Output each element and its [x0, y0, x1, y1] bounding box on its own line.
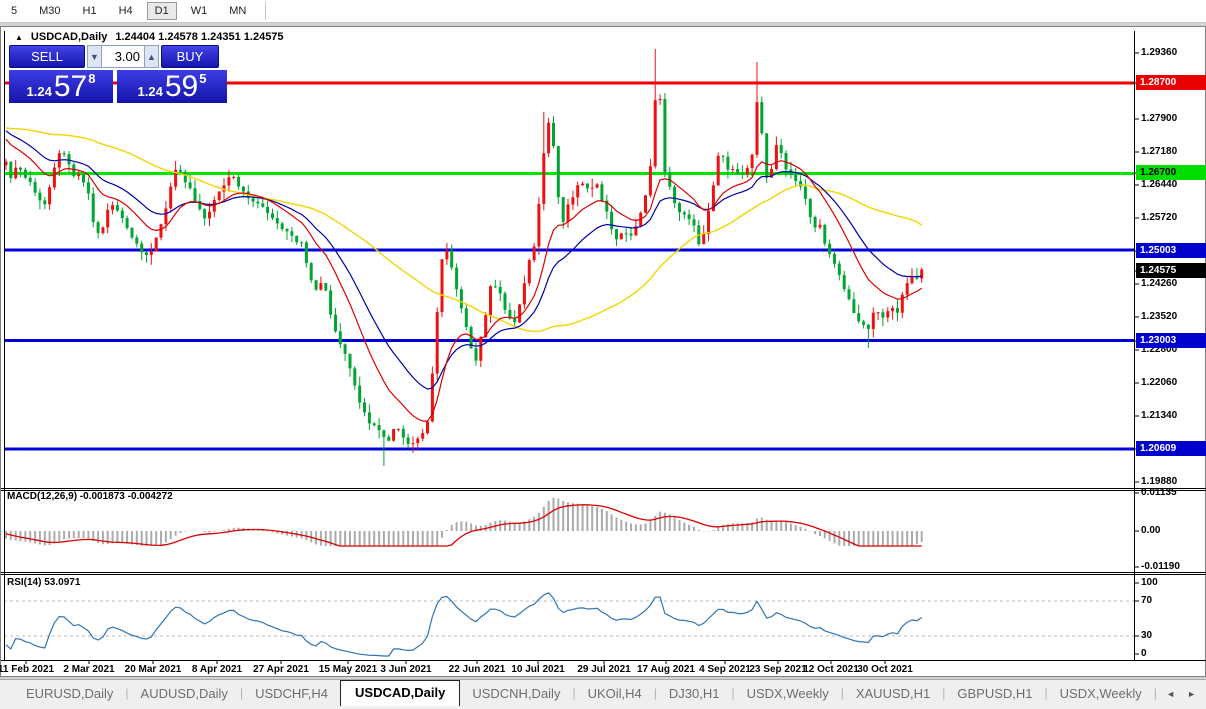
collapse-icon[interactable]: ▲	[15, 33, 23, 42]
timeframe-button-5[interactable]: 5	[3, 2, 25, 20]
date-tick-label: 29 Jul 2021	[577, 664, 630, 675]
date-tick-label: 3 Jun 2021	[380, 664, 431, 675]
timeframe-button-mn[interactable]: MN	[221, 2, 254, 20]
chart-tab-gbpusd-9[interactable]: GBPUSD,H1	[945, 682, 1044, 706]
tab-separator: |	[1154, 686, 1157, 706]
buy-price-big-digits: 59	[165, 72, 198, 102]
chart-plot-area[interactable]	[1, 27, 1206, 678]
macd-label: MACD(12,26,9) -0.001873 -0.004272	[7, 491, 173, 502]
chart-tab-usdx-7[interactable]: USDX,Weekly	[735, 682, 841, 706]
sell-price-big-digits: 57	[54, 72, 87, 102]
rsi-tick-label: 70	[1141, 594, 1152, 608]
chart-tab-usdx-10[interactable]: USDX,Weekly	[1048, 682, 1154, 706]
price-tick-label: 1.26440	[1141, 178, 1177, 192]
timeframe-button-h4[interactable]: H4	[111, 2, 141, 20]
date-tick-label: 10 Jul 2021	[511, 664, 564, 675]
rsi-tick-label: 30	[1141, 629, 1152, 643]
price-level-badge: 1.26700	[1136, 165, 1206, 180]
tabs-scroll-right-icon[interactable]: ►	[1187, 689, 1196, 699]
chart-title: ▲ USDCAD,Daily 1.24404 1.24578 1.24351 1…	[15, 31, 284, 43]
date-tick-label: 8 Apr 2021	[192, 664, 242, 675]
chart-tab-usdcnh-4[interactable]: USDCNH,Daily	[460, 682, 572, 706]
date-tick-label: 30 Oct 2021	[857, 664, 913, 675]
price-level-badge: 1.24575	[1136, 263, 1206, 278]
date-tick-label: 17 Aug 2021	[637, 664, 695, 675]
chart-window: ▲ USDCAD,Daily 1.24404 1.24578 1.24351 1…	[0, 26, 1206, 677]
timeframe-button-h1[interactable]: H1	[75, 2, 105, 20]
macd-tick-label: 0.01135	[1141, 486, 1177, 500]
macd-tick-label: -0.01190	[1141, 560, 1180, 574]
date-tick-label: 4 Sep 2021	[699, 664, 751, 675]
timeframe-button-d1[interactable]: D1	[147, 2, 177, 20]
price-tick-label: 1.25720	[1141, 211, 1177, 225]
chart-tab-eurusd-0[interactable]: EURUSD,Daily	[14, 682, 125, 706]
chart-tab-ukoil-5[interactable]: UKOil,H4	[576, 682, 654, 706]
sell-price-pipette: 8	[88, 71, 95, 86]
chart-tab-dj30-6[interactable]: DJ30,H1	[657, 682, 732, 706]
mt4-app: 5 M30 H1 H4 D1 W1 MN ▲ USDCAD,Daily 1.24404 1.…	[0, 0, 1206, 709]
timeframe-toolbar: 5 M30 H1 H4 D1 W1 MN	[0, 0, 1206, 23]
date-tick-label: 15 May 2021	[319, 664, 377, 675]
price-tick-label: 1.27180	[1141, 145, 1177, 159]
volume-increase-button[interactable]: ▲	[144, 45, 159, 68]
macd-indicator	[6, 498, 922, 546]
horizontal-level-lines	[4, 83, 1134, 449]
price-tick-label: 1.22060	[1141, 376, 1177, 390]
buy-price-prefix: 1.24	[138, 84, 163, 99]
price-level-badge: 1.23003	[1136, 333, 1206, 348]
macd-tick-label: 0.00	[1141, 524, 1160, 538]
chart-tab-usdcad-3[interactable]: USDCAD,Daily	[340, 680, 460, 706]
rsi-indicator	[4, 593, 1134, 656]
timeframe-button-w1[interactable]: W1	[183, 2, 216, 20]
chart-tab-bar: EURUSD,Daily|AUDUSD,Daily|USDCHF,H4USDCA…	[0, 679, 1206, 706]
price-tick-label: 1.24260	[1141, 277, 1177, 291]
moving-averages	[6, 128, 922, 421]
tabs-scroll-left-icon[interactable]: ◄	[1166, 689, 1175, 699]
price-level-badge: 1.20609	[1136, 441, 1206, 456]
price-level-badge: 1.28700	[1136, 75, 1206, 90]
sell-button[interactable]: SELL	[9, 45, 85, 68]
price-tick-label: 1.21340	[1141, 409, 1177, 423]
sell-price-display[interactable]: 1.24 57 8	[9, 70, 113, 103]
panel-frame	[1, 31, 1206, 661]
chart-symbol-label: USDCAD,Daily	[31, 31, 107, 43]
price-level-badge: 1.25003	[1136, 243, 1206, 258]
sell-price-prefix: 1.24	[27, 84, 52, 99]
date-tick-label: 27 Apr 2021	[253, 664, 309, 675]
price-tick-label: 1.29360	[1141, 46, 1177, 60]
chart-tab-audusd-1[interactable]: AUDUSD,Daily	[129, 682, 240, 706]
price-tick-label: 1.27900	[1141, 112, 1177, 126]
toolbar-separator	[265, 2, 266, 20]
volume-decrease-button[interactable]: ▼	[87, 45, 102, 68]
rsi-label: RSI(14) 53.0971	[7, 577, 80, 588]
date-tick-label: 23 Sep 2021	[749, 664, 806, 675]
buy-price-pipette: 5	[199, 71, 206, 86]
buy-button[interactable]: BUY	[161, 45, 219, 68]
rsi-tick-label: 0	[1141, 647, 1147, 661]
date-tick-label: 20 Mar 2021	[125, 664, 182, 675]
rsi-tick-label: 100	[1141, 576, 1158, 590]
chart-tab-usdchf-2[interactable]: USDCHF,H4	[243, 682, 340, 706]
date-tick-label: 2 Mar 2021	[63, 664, 114, 675]
chart-ohlc-values: 1.24404 1.24578 1.24351 1.24575	[115, 31, 283, 43]
timeframe-button-m30[interactable]: M30	[31, 2, 68, 20]
chart-tab-xauusd-8[interactable]: XAUUSD,H1	[844, 682, 942, 706]
date-tick-label: 12 Oct 2021	[803, 664, 859, 675]
date-tick-label: 11 Feb 2021	[0, 664, 54, 675]
candlesticks	[5, 49, 924, 466]
date-tick-label: 22 Jun 2021	[449, 664, 506, 675]
buy-price-display[interactable]: 1.24 59 5	[117, 70, 227, 103]
volume-input[interactable]	[102, 45, 144, 68]
one-click-trading-panel: SELL ▼ ▲ BUY 1.24 57 8 1.24 59 5	[9, 45, 227, 103]
price-tick-label: 1.23520	[1141, 310, 1177, 324]
